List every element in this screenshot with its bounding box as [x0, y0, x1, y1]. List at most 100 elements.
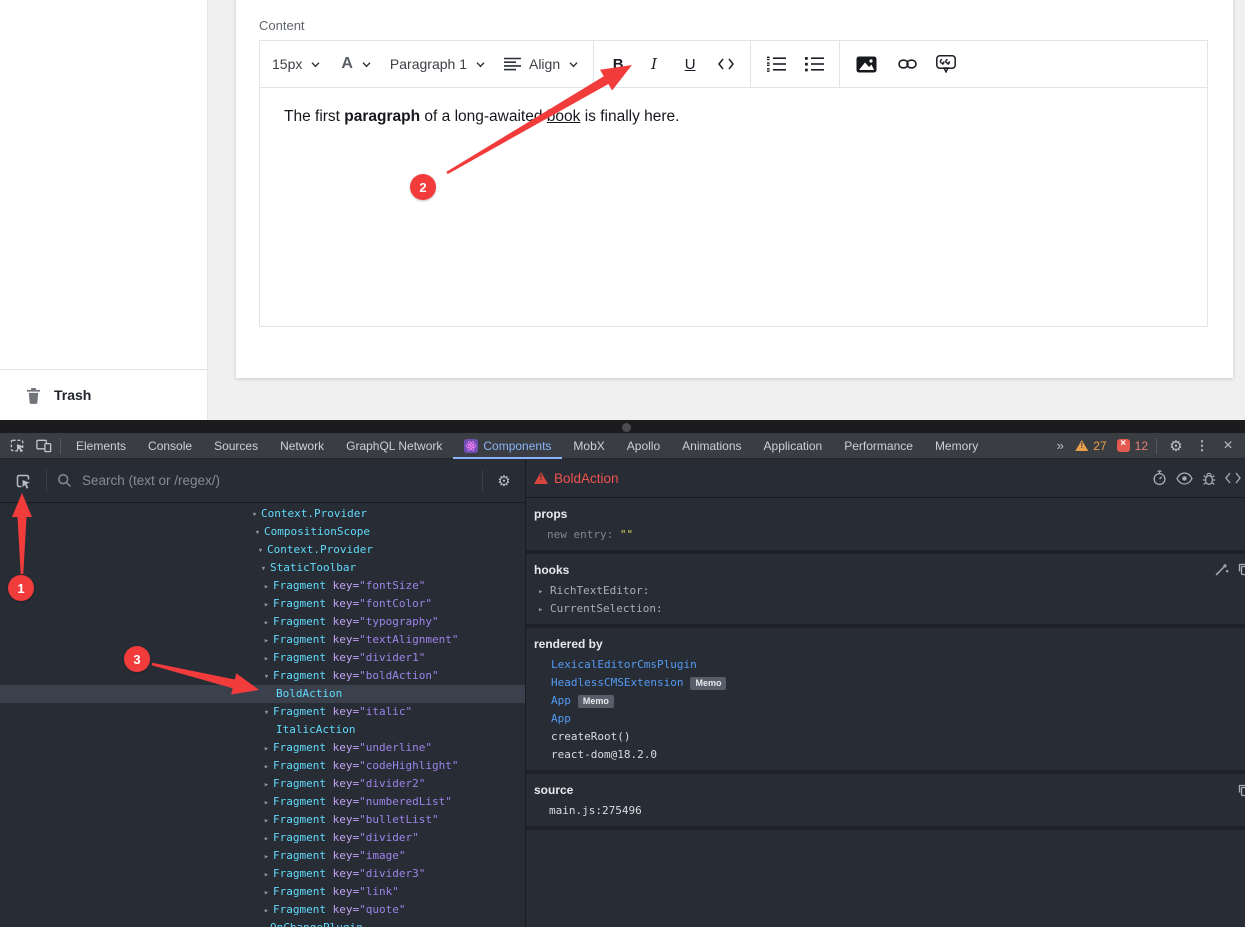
tab-bar-divider [1156, 438, 1157, 454]
link-icon [898, 58, 917, 70]
tree-row-fragment[interactable]: ▸Fragment key="divider2" [0, 775, 525, 793]
copy-icon[interactable] [1237, 562, 1245, 576]
bold-button[interactable]: B [606, 49, 630, 79]
trash-icon [26, 387, 41, 404]
warnings-count[interactable]: 27 [1075, 439, 1106, 453]
devtools-tab-mobx[interactable]: MobX [562, 433, 615, 459]
font-color-dropdown[interactable]: A [341, 55, 372, 73]
source-value: main.js:275496 [534, 802, 1237, 820]
view-source-icon[interactable] [1225, 472, 1241, 484]
rich-text-editor: 15px A Paragraph 1 [259, 40, 1208, 327]
toolbar-divider [750, 41, 751, 87]
devtools-tab-application[interactable]: Application [753, 433, 834, 459]
tree-row-fragment[interactable]: ▸Fragment key="divider3" [0, 865, 525, 883]
tree-row-context.provider[interactable]: ▾Context.Provider [0, 505, 525, 523]
insert-link-button[interactable] [895, 49, 919, 79]
kebab-menu-icon[interactable]: ⋮ [1191, 438, 1213, 454]
devtools-tab-network[interactable]: Network [269, 433, 335, 459]
hook-row[interactable]: ▸RichTextEditor: [538, 582, 1237, 600]
rendered-by-row[interactable]: App [534, 710, 1237, 728]
devtools-tab-apollo[interactable]: Apollo [616, 433, 671, 459]
select-component-button[interactable] [10, 468, 36, 494]
devtools-tab-performance[interactable]: Performance [833, 433, 924, 459]
component-tree: ▾Context.Provider▾CompositionScope▾Conte… [0, 503, 525, 927]
tab-bar-divider [60, 438, 61, 454]
devtools-tab-animations[interactable]: Animations [671, 433, 752, 459]
block-type-dropdown[interactable]: Paragraph 1 [390, 56, 486, 72]
editor-content-area[interactable]: The first paragraph of a long-awaited bo… [260, 88, 1207, 326]
link-text[interactable]: book [547, 108, 581, 125]
tree-row-fragment[interactable]: ▸Fragment key="codeHighlight" [0, 757, 525, 775]
toolbar-divider [593, 41, 594, 87]
issues-count[interactable]: 12 [1117, 439, 1148, 453]
tree-row-compositionscope[interactable]: ▾CompositionScope [0, 523, 525, 541]
tree-row-fragment[interactable]: ▸Fragment key="fontSize" [0, 577, 525, 595]
warning-icon [534, 472, 548, 484]
components-settings-gear-icon[interactable]: ⚙ [493, 472, 515, 490]
device-toolbar-button[interactable] [30, 433, 56, 459]
inspect-dom-eye-icon[interactable] [1176, 472, 1193, 485]
insert-image-button[interactable] [854, 49, 878, 79]
align-dropdown[interactable]: Align [504, 56, 579, 72]
tree-row-fragment[interactable]: ▸Fragment key="underline" [0, 739, 525, 757]
hook-row[interactable]: ▸CurrentSelection: [538, 600, 1237, 618]
props-label: props [534, 507, 1237, 521]
tree-row-fragment[interactable]: ▸Fragment key="quote" [0, 901, 525, 919]
settings-gear-icon[interactable]: ⚙ [1165, 437, 1187, 455]
tree-row-fragment[interactable]: ▾Fragment key="italic" [0, 703, 525, 721]
align-icon [504, 57, 521, 71]
tree-row-fragment[interactable]: ▸Fragment key="fontColor" [0, 595, 525, 613]
font-size-dropdown[interactable]: 15px [272, 56, 321, 72]
devtools-tab-memory[interactable]: Memory [924, 433, 989, 459]
code-button[interactable] [714, 49, 738, 79]
warning-icon [1075, 440, 1088, 451]
quote-button[interactable] [934, 49, 958, 79]
close-devtools-button[interactable]: × [1217, 437, 1239, 455]
editor-toolbar: 15px A Paragraph 1 [260, 41, 1207, 88]
tree-row-statictoolbar[interactable]: ▾StaticToolbar [0, 559, 525, 577]
devtools-tab-elements[interactable]: Elements [65, 433, 137, 459]
tree-row-fragment[interactable]: ▸Fragment key="bulletList" [0, 811, 525, 829]
tree-row-fragment[interactable]: ▸Fragment key="divider1" [0, 649, 525, 667]
devtools-tab-sources[interactable]: Sources [203, 433, 269, 459]
profiler-stopwatch-icon[interactable] [1152, 470, 1167, 486]
parse-hook-names-wand-icon[interactable] [1214, 562, 1229, 577]
resize-dot [622, 423, 631, 432]
more-tabs-button[interactable]: » [1049, 438, 1071, 453]
rendered-by-row[interactable]: HeadlessCMSExtensionMemo [534, 674, 1237, 692]
annotation-badge-3: 3 [124, 646, 150, 672]
source-label: source [534, 783, 1237, 797]
tree-row-fragment[interactable]: ▸Fragment key="divider" [0, 829, 525, 847]
tree-row-boldaction[interactable]: BoldAction [0, 685, 525, 703]
tree-row-fragment[interactable]: ▸Fragment key="image" [0, 847, 525, 865]
copy-icon[interactable] [1237, 783, 1245, 797]
tree-row-onchangeplugin[interactable]: OnChangePlugin [0, 919, 525, 927]
inspect-element-button[interactable] [4, 433, 30, 459]
bullet-list-button[interactable] [802, 49, 826, 79]
devtools-resize-handle[interactable] [0, 420, 1245, 433]
tree-row-fragment[interactable]: ▸Fragment key="typography" [0, 613, 525, 631]
cms-page: Trash Content 15px A Parag [0, 0, 1245, 420]
italic-button[interactable]: I [642, 49, 666, 79]
sidebar-item-trash[interactable]: Trash [0, 369, 207, 420]
devtools: ElementsConsoleSourcesNetworkGraphQL Net… [0, 433, 1245, 927]
devtools-tab-components[interactable]: Components [453, 433, 562, 459]
prop-row[interactable]: new entry: "" [534, 526, 1237, 544]
hooks-list: ▸RichTextEditor:▸CurrentSelection: [534, 582, 1237, 618]
numbered-list-button[interactable] [764, 49, 788, 79]
search-input[interactable] [82, 473, 472, 488]
rendered-by-row[interactable]: LexicalEditorCmsPlugin [534, 656, 1237, 674]
tree-row-italicaction[interactable]: ItalicAction [0, 721, 525, 739]
rendered-by-list: LexicalEditorCmsPluginHeadlessCMSExtensi… [534, 656, 1237, 764]
tree-row-fragment[interactable]: ▸Fragment key="numberedList" [0, 793, 525, 811]
devtools-tab-graphql-network[interactable]: GraphQL Network [335, 433, 453, 459]
underline-button[interactable]: U [678, 49, 702, 79]
devtools-tab-console[interactable]: Console [137, 433, 203, 459]
tree-row-fragment[interactable]: ▸Fragment key="link" [0, 883, 525, 901]
screen: Trash Content 15px A Parag [0, 0, 1245, 927]
tree-row-fragment[interactable]: ▾Fragment key="boldAction" [0, 667, 525, 685]
rendered-by-row[interactable]: AppMemo [534, 692, 1237, 710]
tree-row-fragment[interactable]: ▸Fragment key="textAlignment" [0, 631, 525, 649]
tree-row-context.provider[interactable]: ▾Context.Provider [0, 541, 525, 559]
debug-bug-icon[interactable] [1202, 471, 1216, 486]
